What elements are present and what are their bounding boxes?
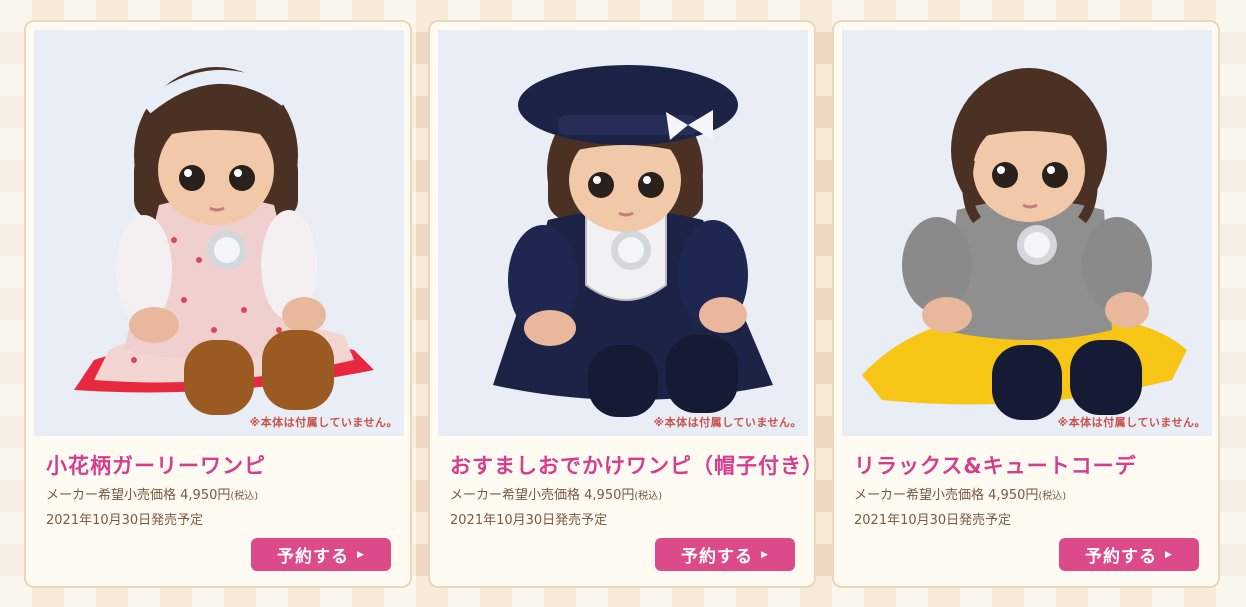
price-value: 4,950円 bbox=[584, 488, 635, 503]
doll-floral-dress-image bbox=[74, 67, 374, 415]
product-title[interactable]: リラックス&キュートコーデ bbox=[854, 450, 1137, 480]
product-title[interactable]: おすましおでかけワンピ（帽子付き） bbox=[450, 450, 824, 480]
reserve-button-label: 予約する bbox=[681, 547, 754, 567]
doll-navy-dress-image bbox=[493, 65, 773, 417]
price-label: メーカー希望小売価格 bbox=[450, 488, 581, 503]
doll-yellow-skirt-image bbox=[862, 68, 1187, 420]
reserve-button-label: 予約する bbox=[277, 547, 350, 567]
tax-label: (税込) bbox=[1038, 491, 1067, 502]
price-label: メーカー希望小売価格 bbox=[46, 488, 177, 503]
not-included-note: ※本体は付属していません。 bbox=[653, 416, 802, 429]
product-price: メーカー希望小売価格 4,950円(税込) bbox=[450, 484, 662, 503]
play-arrow-icon: ▶ bbox=[1165, 549, 1173, 560]
price-label: メーカー希望小売価格 bbox=[854, 488, 985, 503]
reserve-button-label: 予約する bbox=[1085, 547, 1158, 567]
release-date: 2021年10月30日発売予定 bbox=[854, 513, 1012, 528]
not-included-note: ※本体は付属していません。 bbox=[1057, 416, 1206, 429]
play-arrow-icon: ▶ bbox=[357, 549, 365, 560]
product-photo[interactable]: ※本体は付属していません。 bbox=[34, 30, 404, 436]
product-photo[interactable]: ※本体は付属していません。 bbox=[842, 30, 1212, 436]
price-value: 4,950円 bbox=[180, 488, 231, 503]
product-title[interactable]: 小花柄ガーリーワンピ bbox=[46, 450, 266, 480]
tax-label: (税込) bbox=[634, 491, 663, 502]
release-date: 2021年10月30日発売予定 bbox=[450, 513, 608, 528]
reserve-button[interactable]: 予約する ▶ bbox=[251, 538, 391, 571]
product-price: メーカー希望小売価格 4,950円(税込) bbox=[46, 484, 258, 503]
release-date: 2021年10月30日発売予定 bbox=[46, 513, 204, 528]
not-included-note: ※本体は付属していません。 bbox=[249, 416, 398, 429]
product-card: ※本体は付属していません。 おすましおでかけワンピ（帽子付き） メーカー希望小売… bbox=[428, 20, 823, 588]
product-list: ※本体は付属していません。 小花柄ガーリーワンピ メーカー希望小売価格 4,95… bbox=[24, 20, 1222, 590]
play-arrow-icon: ▶ bbox=[761, 549, 769, 560]
tax-label: (税込) bbox=[230, 491, 259, 502]
product-card: ※本体は付属していません。 小花柄ガーリーワンピ メーカー希望小売価格 4,95… bbox=[24, 20, 412, 588]
reserve-button[interactable]: 予約する ▶ bbox=[1059, 538, 1199, 571]
price-value: 4,950円 bbox=[988, 488, 1039, 503]
product-photo[interactable]: ※本体は付属していません。 bbox=[438, 30, 808, 436]
product-card: ※本体は付属していません。 リラックス&キュートコーデ メーカー希望小売価格 4… bbox=[832, 20, 1220, 588]
product-price: メーカー希望小売価格 4,950円(税込) bbox=[854, 484, 1066, 503]
reserve-button[interactable]: 予約する ▶ bbox=[655, 538, 795, 571]
